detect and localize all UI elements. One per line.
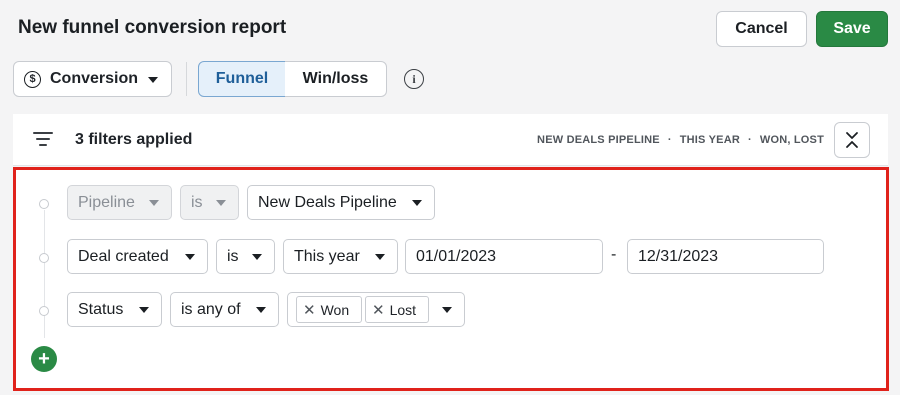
date-to-value: 12/31/2023 xyxy=(638,247,719,265)
date-range-separator: - xyxy=(611,246,617,263)
summary-separator: · xyxy=(667,134,672,146)
filter-field-label: Deal created xyxy=(78,247,169,265)
plus-icon: + xyxy=(38,348,50,370)
chevron-down-icon[interactable] xyxy=(442,307,452,313)
filter-field-deal-created[interactable]: Deal created xyxy=(67,239,208,274)
filter-value-label: New Deals Pipeline xyxy=(258,193,397,211)
save-button[interactable]: Save xyxy=(816,11,888,47)
tag-won: ✕ Won xyxy=(296,296,362,323)
tab-funnel[interactable]: Funnel xyxy=(198,61,286,97)
date-from-value: 01/01/2023 xyxy=(416,247,497,265)
chevron-down-icon xyxy=(149,200,159,206)
close-icon[interactable]: ✕ xyxy=(303,301,316,319)
tag-label: Lost xyxy=(389,301,417,318)
cancel-button[interactable]: Cancel xyxy=(716,11,807,47)
page-title: New funnel conversion report xyxy=(18,17,287,38)
collapse-chevrons-icon xyxy=(846,132,858,148)
chevron-down-icon xyxy=(412,200,422,206)
add-filter-button[interactable]: + xyxy=(31,346,57,372)
summary-status: WON, LOST xyxy=(759,134,824,146)
date-to-input[interactable]: 12/31/2023 xyxy=(627,239,824,274)
summary-separator: · xyxy=(747,134,752,146)
summary-pipeline: NEW DEALS PIPELINE xyxy=(537,134,660,146)
filter-value-deal-created[interactable]: This year xyxy=(283,239,398,274)
chevron-down-icon xyxy=(148,77,158,83)
filter-operator-pipeline: is xyxy=(180,185,239,220)
chevron-down-icon xyxy=(185,254,195,260)
report-type-dropdown[interactable]: $ Conversion xyxy=(13,61,172,97)
filter-value-label: This year xyxy=(294,247,360,265)
filter-field-label: Pipeline xyxy=(78,193,135,211)
filter-connector-line xyxy=(44,210,45,338)
filter-operator-label: is any of xyxy=(181,300,241,318)
report-type-label: Conversion xyxy=(50,70,139,87)
filters-applied-count: 3 filters applied xyxy=(75,131,193,148)
filter-row-marker xyxy=(39,306,49,316)
chevron-down-icon xyxy=(139,307,149,313)
filter-row-marker xyxy=(39,253,49,263)
summary-period: THIS YEAR xyxy=(679,134,740,146)
chevron-down-icon xyxy=(375,254,385,260)
tag-label: Won xyxy=(320,301,350,318)
tab-win-loss[interactable]: Win/loss xyxy=(285,61,387,97)
date-from-input[interactable]: 01/01/2023 xyxy=(405,239,603,274)
filter-row-marker xyxy=(39,199,49,209)
chevron-down-icon xyxy=(216,200,226,206)
collapse-filters-button[interactable] xyxy=(834,122,870,158)
info-icon[interactable]: i xyxy=(404,69,424,89)
dollar-circle-icon: $ xyxy=(24,70,41,88)
chevron-down-icon xyxy=(256,307,266,313)
tag-lost: ✕ Lost xyxy=(365,296,429,323)
filter-bar: 3 filters applied NEW DEALS PIPELINE · T… xyxy=(13,114,888,166)
chevron-down-icon xyxy=(252,254,262,260)
filter-lines-icon[interactable] xyxy=(33,131,53,147)
filter-value-pipeline[interactable]: New Deals Pipeline xyxy=(247,185,435,220)
filter-operator-status[interactable]: is any of xyxy=(170,292,279,327)
filter-operator-label: is xyxy=(227,247,239,265)
filter-field-label: Status xyxy=(78,300,124,318)
filter-summary: NEW DEALS PIPELINE · THIS YEAR · WON, LO… xyxy=(537,134,824,146)
close-icon[interactable]: ✕ xyxy=(372,301,385,319)
filter-field-status[interactable]: Status xyxy=(67,292,162,327)
filter-field-pipeline: Pipeline xyxy=(67,185,172,220)
filter-operator-label: is xyxy=(191,193,203,211)
filter-operator-deal-created[interactable]: is xyxy=(216,239,275,274)
toolbar-divider xyxy=(186,62,187,96)
